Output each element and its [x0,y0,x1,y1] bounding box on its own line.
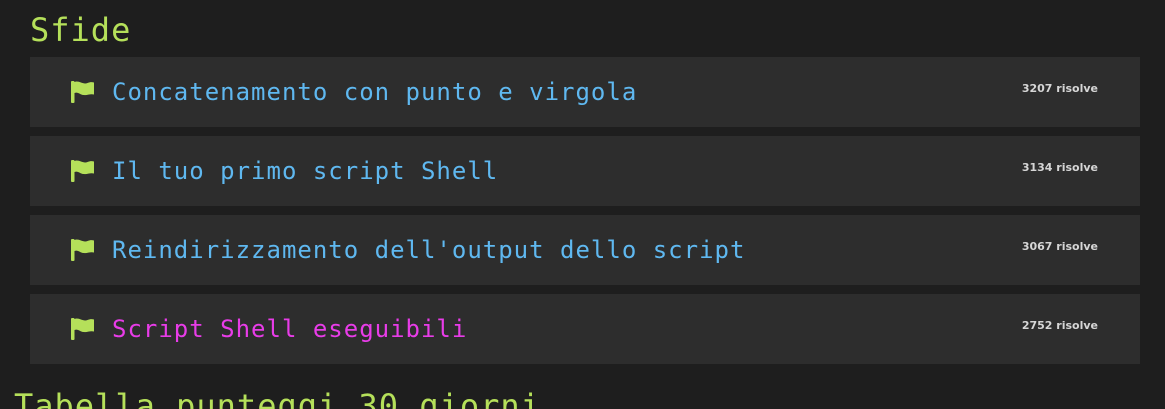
challenge-title[interactable]: Script Shell eseguibili [112,294,467,364]
challenge-row[interactable]: Reindirizzamento dell'output dello scrip… [30,215,1140,285]
challenge-title[interactable]: Reindirizzamento dell'output dello scrip… [112,215,745,285]
challenge-row[interactable]: Script Shell eseguibili 2752 risolve [30,294,1140,364]
challenge-row[interactable]: Concatenamento con punto e virgola 3207 … [30,57,1140,127]
next-section-title: Tabella punteggi 30 giorni [14,387,541,409]
solve-count: 3134 risolve [1021,161,1098,174]
flag-icon [70,317,96,341]
solve-count: 3207 risolve [1021,82,1098,95]
challenge-title[interactable]: Concatenamento con punto e virgola [112,57,637,127]
challenge-row[interactable]: Il tuo primo script Shell 3134 risolve [30,136,1140,206]
solve-count: 3067 risolve [1021,240,1098,253]
solve-count: 2752 risolve [1021,319,1098,332]
flag-icon [70,159,96,183]
flag-icon [70,80,96,104]
challenge-title[interactable]: Il tuo primo script Shell [112,136,498,206]
section-title: Sfide [30,11,132,49]
flag-icon [70,238,96,262]
challenge-list: Concatenamento con punto e virgola 3207 … [30,57,1140,373]
